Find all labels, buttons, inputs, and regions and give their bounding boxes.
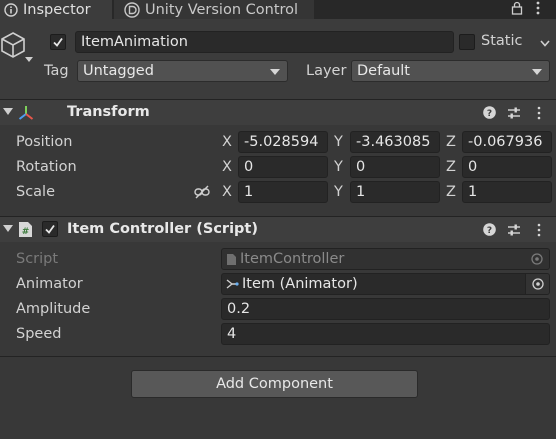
tag-dropdown-value: Untagged — [83, 63, 154, 79]
item-controller-header[interactable]: # Item Controller (Script) ? — [0, 216, 556, 242]
tab-bar: Inspector Unity Version Control — [0, 0, 556, 19]
caret-down-icon — [532, 69, 542, 75]
kebab-menu-icon[interactable] — [535, 1, 541, 15]
preset-icon[interactable] — [507, 223, 521, 237]
axis-y-label[interactable]: Y — [334, 134, 343, 150]
foldout-arrow-icon[interactable] — [3, 225, 13, 233]
gameobject-header: ItemAnimation Static Tag Untagged Layer … — [0, 19, 556, 99]
scale-label: Scale — [16, 184, 56, 200]
kebab-menu-icon[interactable] — [536, 223, 542, 237]
tab-inspector[interactable]: Inspector — [0, 0, 112, 19]
active-checkbox[interactable] — [50, 34, 66, 50]
axis-y-label[interactable]: Y — [334, 159, 343, 175]
animator-object-value: Item (Animator) — [242, 276, 358, 292]
speed-input[interactable]: 4 — [221, 323, 550, 345]
position-y-input[interactable]: -3.463085 — [350, 131, 440, 153]
speed-label: Speed — [16, 326, 62, 342]
rotation-x-input[interactable]: 0 — [238, 156, 328, 178]
object-picker-icon[interactable] — [531, 253, 543, 265]
axis-z-label[interactable]: Z — [446, 159, 456, 175]
static-checkbox[interactable] — [459, 34, 475, 50]
transform-title: Transform — [67, 104, 150, 120]
axis-x-label[interactable]: X — [222, 159, 232, 175]
version-control-icon — [124, 1, 140, 18]
tab-inspector-label: Inspector — [23, 1, 91, 18]
component-enabled-checkbox[interactable] — [42, 221, 58, 237]
layer-dropdown-value: Default — [357, 63, 410, 79]
script-label: Script — [16, 251, 59, 267]
animator-label: Animator — [16, 276, 83, 292]
axis-z-label[interactable]: Z — [446, 134, 456, 150]
tab-version-control-label: Unity Version Control — [145, 1, 299, 18]
scale-y-input[interactable]: 1 — [350, 181, 440, 203]
axis-x-label[interactable]: X — [222, 184, 232, 200]
transform-icon — [17, 104, 35, 122]
rotation-z-input[interactable]: 0 — [462, 156, 552, 178]
svg-text:?: ? — [487, 226, 492, 236]
caret-down-icon — [270, 69, 280, 75]
object-name-input[interactable]: ItemAnimation — [75, 31, 454, 53]
position-label: Position — [16, 134, 73, 150]
animator-icon — [226, 278, 239, 290]
tag-dropdown[interactable]: Untagged — [77, 60, 288, 82]
lock-icon[interactable] — [511, 1, 523, 15]
position-z-input[interactable]: -0.067936 — [462, 131, 552, 153]
gameobject-icon[interactable] — [0, 30, 26, 58]
help-icon[interactable]: ? — [483, 106, 496, 119]
add-component-button[interactable]: Add Component — [131, 370, 418, 398]
position-x-input[interactable]: -5.028594 — [238, 131, 328, 153]
animator-object-field[interactable]: Item (Animator) — [221, 273, 550, 295]
item-controller-title: Item Controller (Script) — [67, 221, 258, 237]
component-divider — [0, 356, 556, 357]
help-icon[interactable]: ? — [483, 223, 496, 236]
static-dropdown-chevron-icon[interactable] — [540, 40, 550, 47]
kebab-menu-icon[interactable] — [536, 106, 542, 120]
svg-text:#: # — [22, 227, 30, 237]
amplitude-input[interactable]: 0.2 — [221, 298, 550, 320]
chevron-down-icon[interactable] — [25, 57, 33, 63]
preset-icon[interactable] — [507, 106, 521, 120]
layer-label: Layer — [306, 63, 347, 79]
constrain-proportions-icon[interactable] — [194, 185, 210, 199]
svg-text:?: ? — [487, 109, 492, 119]
foldout-arrow-icon[interactable] — [3, 108, 13, 116]
object-picker-button[interactable] — [525, 274, 549, 294]
amplitude-label: Amplitude — [16, 301, 91, 317]
script-object-value: ItemController — [240, 251, 345, 267]
rotation-label: Rotation — [16, 159, 77, 175]
axis-x-label[interactable]: X — [222, 134, 232, 150]
scale-x-input[interactable]: 1 — [238, 181, 328, 203]
script-object-field[interactable]: ItemController — [221, 248, 550, 270]
info-icon — [4, 2, 18, 17]
rotation-y-input[interactable]: 0 — [350, 156, 440, 178]
tab-version-control[interactable]: Unity Version Control — [114, 0, 314, 19]
tag-label: Tag — [44, 63, 69, 79]
scale-z-input[interactable]: 1 — [462, 181, 552, 203]
axis-y-label[interactable]: Y — [334, 184, 343, 200]
script-file-icon — [226, 253, 237, 266]
script-file-icon: # — [18, 221, 33, 238]
axis-z-label[interactable]: Z — [446, 184, 456, 200]
static-label: Static — [481, 33, 523, 49]
transform-header[interactable]: Transform ? — [0, 99, 556, 125]
layer-dropdown[interactable]: Default — [351, 60, 550, 82]
